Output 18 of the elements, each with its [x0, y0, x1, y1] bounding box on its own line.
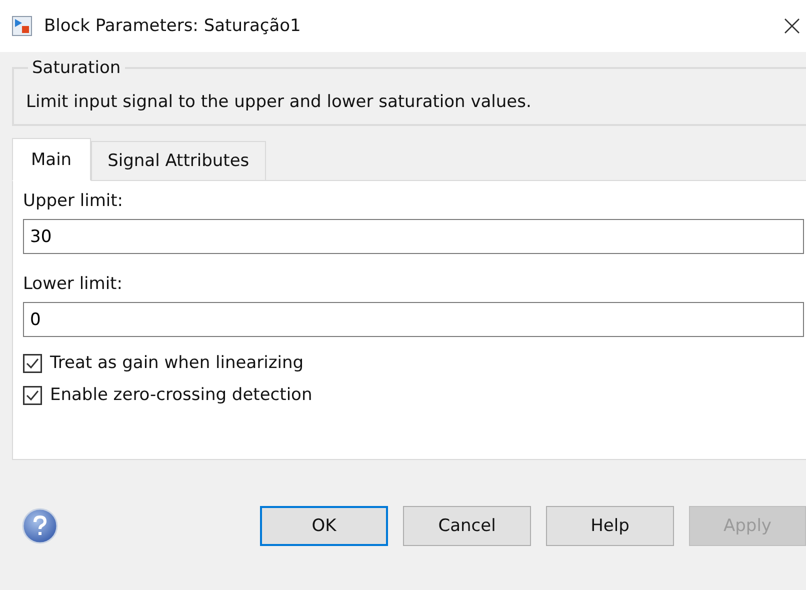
- tab[interactable]: Main: [12, 138, 91, 181]
- input-field[interactable]: 30: [23, 219, 804, 254]
- dialog-button[interactable]: OK: [260, 506, 388, 546]
- help-icon[interactable]: [22, 508, 58, 544]
- checkbox-label: Enable zero-crossing detection: [50, 385, 312, 405]
- dialog-button[interactable]: Help: [546, 506, 674, 546]
- group-title: Saturation: [31, 58, 122, 78]
- dialog-button[interactable]: Cancel: [403, 506, 531, 546]
- tab[interactable]: Signal Attributes: [90, 141, 266, 181]
- checkbox[interactable]: [23, 386, 42, 404]
- window-title: Block Parameters: Saturação1: [44, 16, 302, 36]
- field-label: Upper limit:: [23, 191, 124, 211]
- block-icon: [12, 16, 32, 36]
- field-label: Lower limit:: [23, 274, 124, 294]
- input-field[interactable]: 0: [23, 302, 804, 337]
- description-text: Limit input signal to the upper and lower saturation values.: [26, 92, 532, 112]
- checkbox[interactable]: [23, 354, 42, 372]
- checkbox-label: Treat as gain when linearizing: [50, 353, 304, 373]
